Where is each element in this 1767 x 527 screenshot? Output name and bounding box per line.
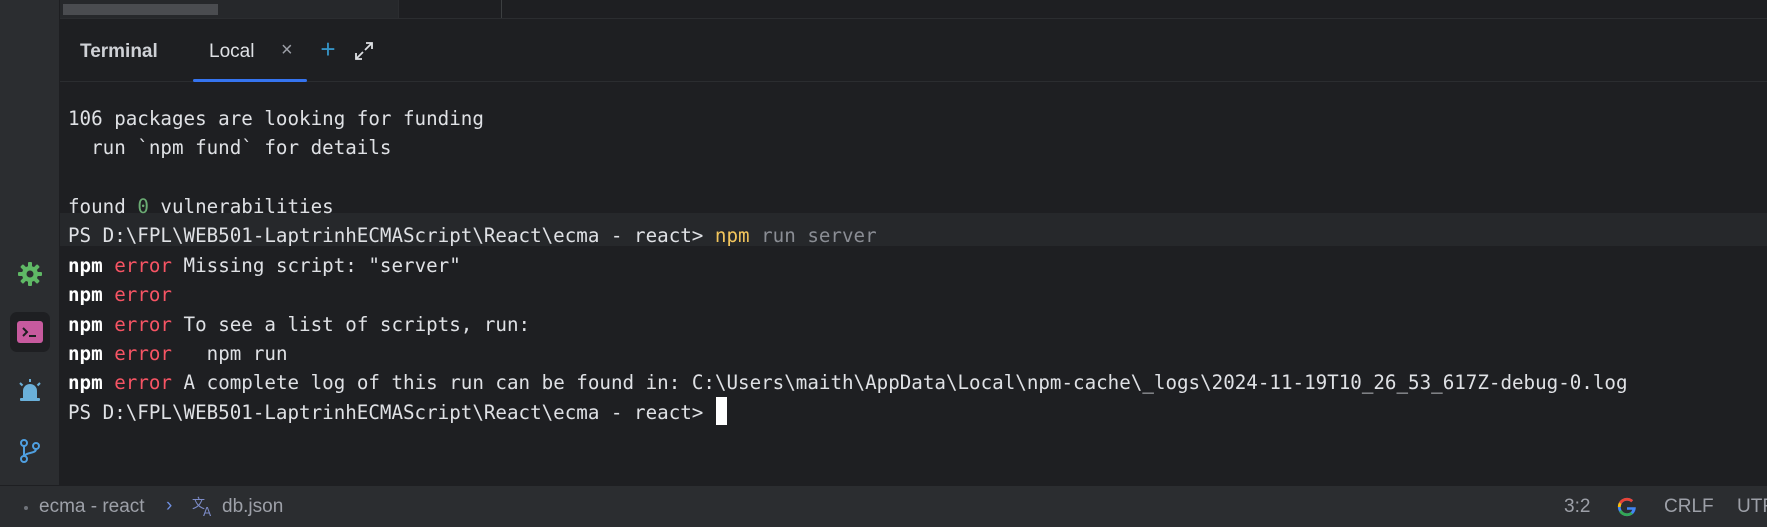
terminal-line: run `npm fund` for details (68, 131, 391, 164)
maximize-button[interactable] (352, 39, 376, 63)
npm-label: npm (68, 371, 103, 394)
expand-icon (355, 42, 373, 60)
shell-prompt: PS D:\FPL\WEB501-LaptrinhECMAScript\Reac… (68, 401, 715, 424)
svg-text:A: A (203, 505, 212, 517)
horizontal-scrollbar[interactable] (63, 4, 218, 15)
chevron-right-icon: › (166, 495, 173, 516)
git-branch-icon (20, 439, 40, 463)
line-ending-selector[interactable]: CRLF (1664, 496, 1714, 518)
status-bar: ecma - react › 文 A db.json 3:2 CRLF UTF (0, 485, 1767, 527)
npm-label: npm (68, 342, 103, 365)
text-cursor (715, 397, 727, 425)
npm-label: npm (68, 283, 103, 306)
error-message: Missing script: "server" (171, 254, 461, 277)
alarm-icon (19, 379, 41, 401)
active-tab-indicator (193, 79, 307, 82)
gear-icon (18, 262, 42, 286)
terminal-line: PS D:\FPL\WEB501-LaptrinhECMAScript\Reac… (68, 396, 727, 429)
output-text: found (68, 195, 138, 218)
error-label: error (114, 371, 172, 394)
editor-top-strip (0, 0, 1767, 19)
terminal-tab-bar: Terminal Local × + (60, 19, 1767, 82)
terminal-line: npm error A complete log of this run can… (68, 366, 1628, 399)
error-label: error (114, 254, 172, 277)
bullet-icon (24, 506, 28, 510)
output-text: vulnerabilities (148, 195, 334, 218)
terminal-icon (17, 321, 43, 343)
terminal-line: PS D:\FPL\WEB501-LaptrinhECMAScript\Reac… (68, 219, 877, 252)
editor-scroll-area (60, 0, 398, 19)
breadcrumb-project[interactable]: ecma - react (39, 496, 145, 518)
error-label: error (114, 283, 172, 306)
output-text: run `npm fund` for details (68, 136, 392, 159)
output-text: 106 packages are looking for funding (68, 107, 484, 130)
caret-position[interactable]: 3:2 (1564, 496, 1590, 518)
error-message: A complete log of this run can be found … (171, 371, 1628, 394)
terminal-line: npm error (68, 278, 172, 311)
translate-icon: 文 A (192, 497, 212, 517)
encoding-selector[interactable]: UTF (1737, 496, 1767, 518)
divider (501, 0, 502, 19)
tab-label: Local (209, 41, 255, 62)
vulnerability-count: 0 (137, 195, 149, 218)
terminal-output[interactable]: 106 packages are looking for funding run… (60, 90, 1767, 485)
shell-prompt: PS D:\FPL\WEB501-LaptrinhECMAScript\Reac… (68, 224, 715, 247)
npm-label: npm (68, 254, 103, 277)
google-icon[interactable] (1616, 496, 1638, 518)
breadcrumb-file[interactable]: db.json (222, 496, 283, 518)
terminal-tool-button[interactable] (10, 312, 50, 352)
command-name: npm (714, 224, 750, 247)
git-button[interactable] (10, 431, 50, 471)
left-tool-window-bar (0, 0, 60, 485)
divider (398, 0, 399, 19)
npm-label: npm (68, 313, 103, 336)
error-label: error (114, 342, 172, 365)
error-message: npm run (171, 342, 288, 365)
panel-title: Terminal (80, 41, 158, 62)
terminal-panel: Terminal Local × + 106 packages are look… (60, 19, 1767, 485)
new-tab-button[interactable]: + (315, 36, 341, 63)
services-button[interactable] (10, 254, 50, 294)
problems-button[interactable] (10, 371, 50, 411)
close-icon[interactable]: × (281, 39, 293, 62)
command-args: run server (749, 224, 877, 247)
error-message: To see a list of scripts, run: (171, 313, 531, 336)
error-label: error (114, 313, 172, 336)
